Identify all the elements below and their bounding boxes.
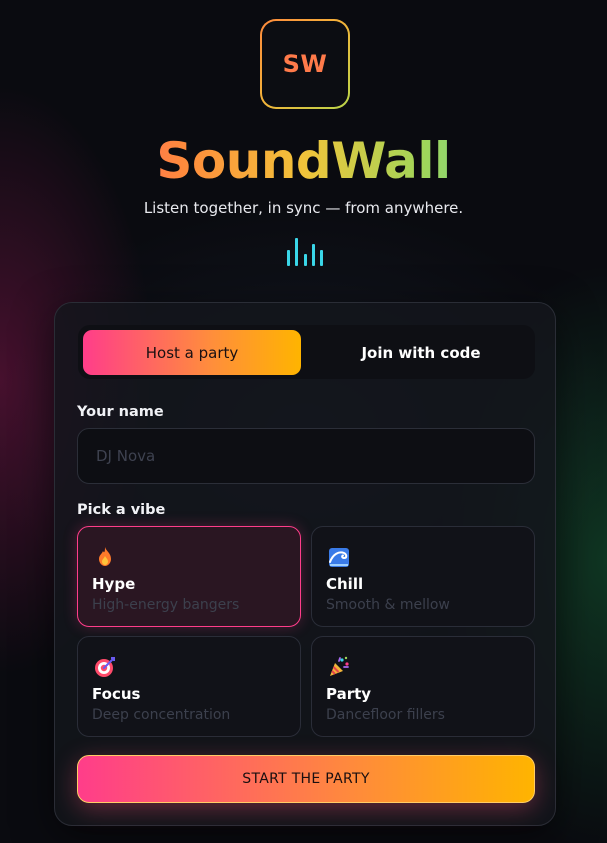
vibe-option-chill[interactable]: Chill Smooth & mellow (311, 526, 535, 627)
target-icon (95, 657, 115, 677)
party-form-card: Host a party Join with code Your name Pi… (54, 302, 556, 826)
vibe-description: Deep concentration (92, 707, 231, 723)
app-logo: SW (260, 19, 350, 109)
vibe-option-party[interactable]: Party Dancefloor fillers (311, 636, 535, 737)
app-tagline: Listen together, in sync — from anywhere… (143, 199, 464, 217)
vibe-name: Chill (326, 575, 364, 593)
app-title: SoundWall (0, 132, 607, 190)
tab-join-with-code[interactable]: Join with code (312, 330, 530, 375)
equalizer-icon (287, 236, 323, 266)
wave-icon (329, 548, 349, 567)
name-label: Your name (77, 404, 164, 420)
start-party-button[interactable]: START THE PARTY (77, 755, 535, 803)
vibe-option-focus[interactable]: Focus Deep concentration (77, 636, 301, 737)
vibe-description: Dancefloor fillers (326, 707, 445, 723)
fire-icon (99, 547, 111, 566)
logo-initials: SW (262, 21, 348, 107)
mode-tabs: Host a party Join with code (78, 325, 535, 379)
vibe-name: Party (326, 685, 372, 703)
vibe-name: Hype (92, 575, 136, 593)
vibe-description: Smooth & mellow (326, 597, 450, 613)
name-input[interactable] (77, 428, 535, 484)
tab-host-party[interactable]: Host a party (83, 330, 301, 375)
vibe-description: High-energy bangers (92, 597, 240, 613)
vibe-label: Pick a vibe (77, 502, 166, 518)
vibe-option-hype[interactable]: Hype High-energy bangers (77, 526, 301, 627)
vibe-name: Focus (92, 685, 141, 703)
party-popper-icon (330, 656, 349, 676)
